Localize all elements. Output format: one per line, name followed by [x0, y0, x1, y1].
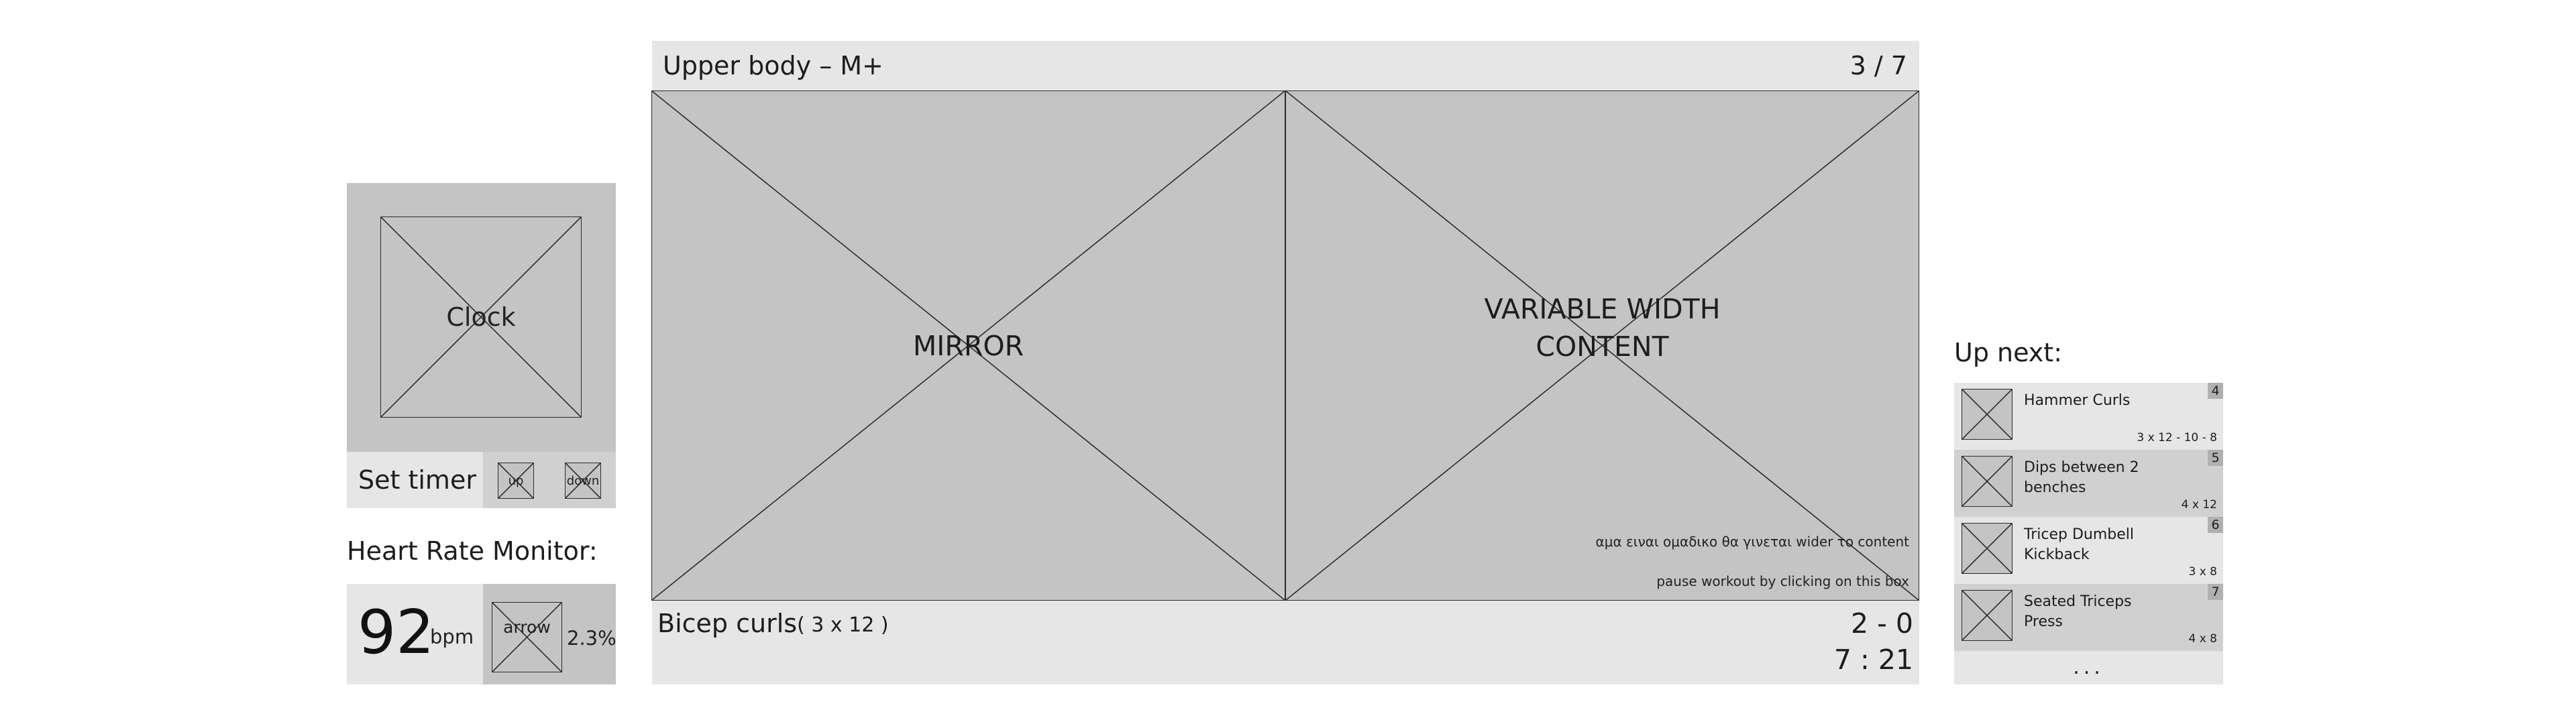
up-next-list: Hammer Curls 4 3 x 12 - 10 - 8 Dips betw…	[1954, 383, 2223, 684]
exercise-thumbnail	[1962, 389, 2012, 440]
heart-rate-unit: bpm	[430, 625, 474, 648]
up-next-item-index: 5	[2208, 450, 2223, 466]
trend-arrow-label: arrow	[503, 617, 551, 637]
up-next-item-index: 6	[2208, 517, 2223, 533]
timer-down-label: down	[566, 473, 600, 488]
heart-rate-trend: arrow 2.3%	[483, 584, 616, 684]
trend-arrow-icon: arrow	[492, 602, 562, 672]
up-next-item-name: Dips between 2 benches	[2024, 459, 2139, 496]
placeholder-cross-icon	[1962, 591, 2012, 640]
exercise-thumbnail	[1962, 456, 2012, 507]
mirror-label: MIRROR	[912, 329, 1024, 362]
current-exercise-bar: Bicep curls ( 3 x 12 ) 2 - 0 7 : 21	[652, 601, 1919, 684]
up-next-item-index: 7	[2208, 584, 2223, 600]
up-next-item-sets: 4 x 8	[2188, 632, 2218, 646]
up-next-item[interactable]: Hammer Curls 4 3 x 12 - 10 - 8	[1954, 383, 2223, 450]
placeholder-cross-icon	[1962, 524, 2012, 573]
up-next-item-name: Tricep Dumbell Kickback	[2024, 526, 2134, 563]
timer-up-button[interactable]: up	[498, 463, 534, 499]
up-next-title: Up next:	[1954, 338, 2062, 367]
up-next-item-sets: 3 x 12 - 10 - 8	[2137, 431, 2217, 444]
variable-content-box[interactable]: VARIABLE WIDTH CONTENT αμα ειναι ομαδικο…	[1285, 90, 1919, 601]
up-next-more[interactable]: ...	[1954, 651, 2223, 684]
timer-up-label: up	[508, 473, 524, 488]
variable-content-label-text: VARIABLE WIDTH CONTENT	[1484, 292, 1721, 363]
placeholder-cross-icon	[492, 603, 561, 672]
current-exercise-name: Bicep curls	[657, 609, 798, 638]
heart-rate-title: Heart Rate Monitor:	[347, 536, 598, 566]
pause-workout-hint: pause workout by clicking on this box	[1656, 573, 1909, 589]
timer-down-button[interactable]: down	[565, 463, 601, 499]
set-timer-label: Set timer	[358, 465, 476, 495]
current-exercise-time: 7 : 21	[1833, 644, 1913, 676]
up-next-item-sets: 4 x 12	[2181, 498, 2217, 511]
up-next-item-name: Seated Triceps Press	[2024, 593, 2132, 630]
up-next-item[interactable]: Dips between 2 benches 5 4 x 12	[1954, 450, 2223, 517]
heart-rate-value: 92	[358, 597, 435, 668]
up-next-item[interactable]: Tricep Dumbell Kickback 6 3 x 8	[1954, 517, 2223, 584]
timer-controls: up down	[483, 452, 616, 508]
exercise-thumbnail	[1962, 590, 2012, 641]
current-exercise-sets: ( 3 x 12 )	[797, 613, 889, 637]
clock-placeholder: Clock	[380, 217, 582, 418]
mirror-view: MIRROR	[651, 90, 1285, 601]
workout-title: Upper body – M+	[663, 51, 883, 80]
placeholder-cross-icon	[1962, 389, 2012, 439]
set-timer-bar: Set timer up down	[347, 452, 616, 508]
variable-content-label: VARIABLE WIDTH CONTENT	[1286, 73, 1919, 582]
up-next-item-name: Hammer Curls	[2024, 392, 2131, 409]
up-next-item[interactable]: Seated Triceps Press 7 4 x 8	[1954, 584, 2223, 651]
heart-rate-panel: 92 bpm arrow 2.3%	[347, 584, 616, 684]
clock-label: Clock	[446, 302, 516, 332]
clock-panel: Clock	[347, 183, 616, 452]
variable-content-note: αμα ειναι ομαδικο θα γινεται wider το co…	[1595, 534, 1909, 550]
placeholder-cross-icon	[1962, 457, 2012, 506]
current-exercise-score: 2 - 0	[1850, 607, 1913, 640]
heart-rate-trend-percent: 2.3%	[567, 627, 616, 650]
exercise-thumbnail	[1962, 523, 2012, 574]
up-next-item-sets: 3 x 8	[2188, 565, 2218, 579]
up-next-item-index: 4	[2208, 383, 2223, 399]
